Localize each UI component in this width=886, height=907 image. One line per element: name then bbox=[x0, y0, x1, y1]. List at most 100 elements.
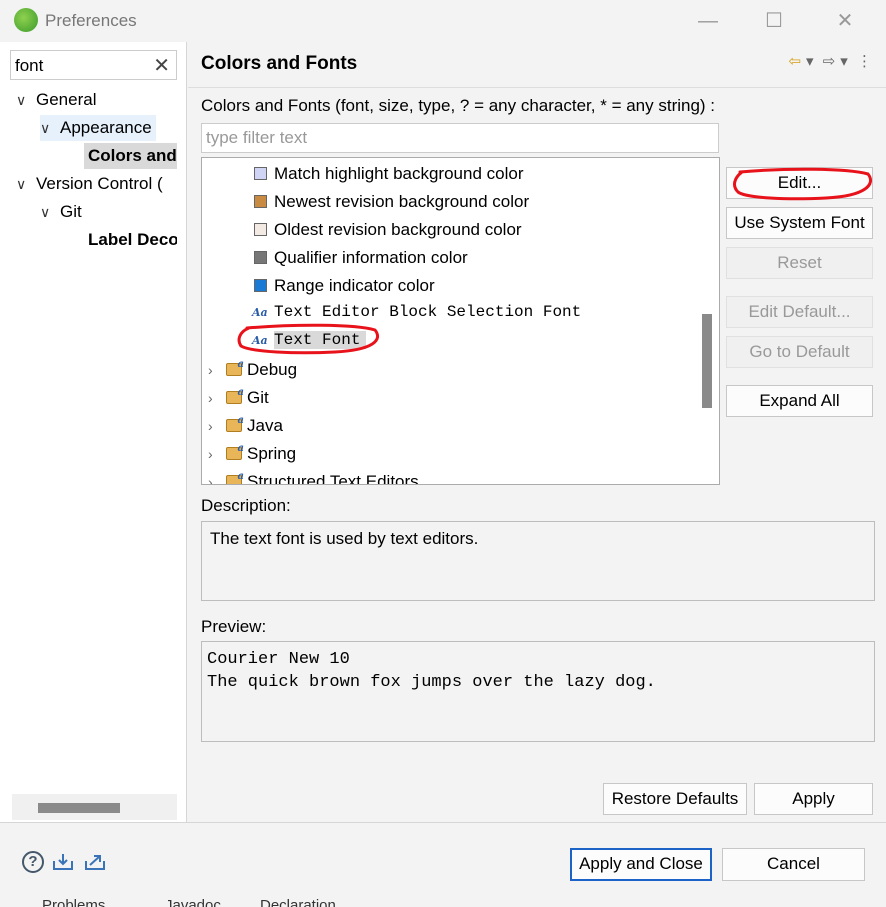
tree-group-java[interactable]: › Java bbox=[208, 407, 283, 440]
horizontal-scrollbar[interactable] bbox=[12, 794, 177, 820]
chevron-down-icon[interactable]: ▾ bbox=[806, 53, 814, 70]
tree-item-label: Oldest revision background color bbox=[274, 220, 522, 239]
tree-item-label: Qualifier information color bbox=[274, 248, 468, 267]
tree-item-label: General bbox=[36, 90, 97, 109]
clear-search-icon[interactable]: ✕ bbox=[153, 53, 170, 78]
go-to-default-button[interactable]: Go to Default bbox=[726, 336, 873, 368]
preview-label: Preview: bbox=[201, 617, 267, 636]
tree-item-colors-and-fonts[interactable]: Colors and bbox=[84, 143, 177, 169]
font-category-icon bbox=[226, 435, 244, 463]
tree-item-block-selection-font[interactable]: Aa Text Editor Block Selection Font bbox=[252, 297, 581, 325]
back-arrow-icon[interactable]: ⇦ bbox=[788, 53, 801, 70]
chevron-down-icon[interactable]: ∨ bbox=[40, 115, 60, 141]
export-icon[interactable] bbox=[84, 853, 106, 871]
tree-group-structured-text-editors[interactable]: › Structured Text Editors bbox=[208, 463, 419, 485]
tree-item-label: Debug bbox=[247, 360, 298, 379]
chevron-right-icon[interactable]: › bbox=[208, 468, 226, 484]
tree-item-oldest-revision[interactable]: Oldest revision background color bbox=[254, 216, 522, 244]
tree-item-general[interactable]: ∨ General bbox=[16, 87, 96, 113]
chevron-right-icon[interactable]: › bbox=[208, 440, 226, 468]
window-title: Preferences bbox=[45, 11, 137, 30]
page-title: Colors and Fonts bbox=[201, 53, 358, 74]
color-swatch-icon bbox=[254, 279, 267, 292]
description-box: The text font is used by text editors. bbox=[201, 521, 875, 601]
tree-item-label: Git bbox=[60, 202, 82, 221]
title-bar: Preferences — ☐ ✕ bbox=[0, 0, 886, 42]
minimize-button[interactable]: — bbox=[690, 6, 726, 36]
chevron-down-icon[interactable]: ∨ bbox=[40, 199, 60, 225]
color-swatch-icon bbox=[254, 223, 267, 236]
vertical-scrollbar-thumb[interactable] bbox=[702, 314, 712, 408]
tree-item-newest-revision[interactable]: Newest revision background color bbox=[254, 188, 529, 216]
page-navigation: ⇦ ▾ ⇨ ▾ ⋮ bbox=[783, 52, 872, 70]
tree-group-spring[interactable]: › Spring bbox=[208, 435, 297, 468]
chevron-down-icon[interactable]: ∨ bbox=[16, 171, 36, 197]
help-icon[interactable]: ? bbox=[22, 851, 44, 873]
scrollbar-thumb[interactable] bbox=[38, 803, 120, 813]
tab-declaration[interactable]: Declaration bbox=[260, 897, 336, 907]
edit-button[interactable]: Edit... bbox=[726, 167, 873, 199]
chevron-right-icon[interactable]: › bbox=[208, 412, 226, 440]
filter-input[interactable] bbox=[201, 123, 719, 153]
preview-font-name: Courier New 10 bbox=[207, 650, 350, 669]
search-input[interactable] bbox=[15, 55, 145, 77]
tree-item-label: Version Control ( bbox=[36, 174, 163, 193]
use-system-font-button[interactable]: Use System Font bbox=[726, 207, 873, 239]
tree-item-label: Java bbox=[247, 416, 283, 435]
apply-and-close-button[interactable]: Apply and Close bbox=[570, 848, 712, 881]
tree-item-qualifier-info[interactable]: Qualifier information color bbox=[254, 244, 468, 272]
maximize-button[interactable]: ☐ bbox=[756, 6, 792, 36]
tree-item-label-decorations[interactable]: Label Deco bbox=[88, 227, 177, 253]
tree-item-label: Label Deco bbox=[88, 230, 177, 249]
preferences-tree-pane: ✕ ∨General ∨Appearance Colors and ∨Versi… bbox=[0, 42, 187, 822]
font-category-icon bbox=[226, 407, 244, 435]
forward-arrow-icon[interactable]: ⇨ bbox=[823, 53, 836, 70]
chevron-down-icon[interactable]: ∨ bbox=[16, 87, 36, 113]
chevron-down-icon[interactable]: ▾ bbox=[840, 53, 848, 70]
close-button[interactable]: ✕ bbox=[827, 6, 863, 36]
import-icon[interactable] bbox=[52, 853, 74, 871]
tree-item-label: Appearance bbox=[60, 118, 152, 137]
font-category-icon bbox=[226, 379, 244, 407]
tree-item-label: Newest revision background color bbox=[274, 192, 530, 211]
tree-item-appearance[interactable]: ∨ Appearance bbox=[40, 115, 156, 141]
tree-item-text-font[interactable]: Aa Text Font bbox=[252, 325, 367, 353]
color-swatch-icon bbox=[254, 195, 267, 208]
restore-defaults-button[interactable]: Restore Defaults bbox=[603, 783, 747, 815]
tree-item-git[interactable]: ∨ Git bbox=[40, 199, 82, 225]
spring-leaf-icon bbox=[14, 8, 38, 32]
header-divider bbox=[188, 87, 886, 88]
tree-item-range-indicator[interactable]: Range indicator color bbox=[254, 272, 435, 300]
color-swatch-icon bbox=[254, 251, 267, 264]
edit-default-button[interactable]: Edit Default... bbox=[726, 296, 873, 328]
tree-item-label: Structured Text Editors bbox=[247, 472, 419, 485]
view-menu-icon[interactable]: ⋮ bbox=[857, 53, 872, 70]
font-icon: Aa bbox=[252, 306, 268, 319]
expand-all-button[interactable]: Expand All bbox=[726, 385, 873, 417]
font-category-icon bbox=[226, 351, 244, 379]
tab-javadoc[interactable]: Javadoc bbox=[165, 897, 221, 907]
font-category-icon bbox=[226, 463, 244, 484]
chevron-right-icon[interactable]: › bbox=[208, 356, 226, 384]
tree-item-version-control[interactable]: ∨ Version Control ( bbox=[16, 171, 177, 197]
tree-item-match-highlight[interactable]: Match highlight background color bbox=[254, 160, 523, 188]
preview-sample-text: The quick brown fox jumps over the lazy … bbox=[207, 673, 656, 692]
apply-button[interactable]: Apply bbox=[754, 783, 873, 815]
tree-group-debug[interactable]: › Debug bbox=[208, 351, 298, 384]
chevron-right-icon[interactable]: › bbox=[208, 384, 226, 412]
font-icon: Aa bbox=[252, 334, 268, 347]
search-box: ✕ bbox=[10, 50, 177, 80]
tree-item-label: Match highlight background color bbox=[274, 164, 524, 183]
description-text: The text font is used by text editors. bbox=[210, 529, 479, 548]
tree-item-label: Git bbox=[247, 388, 269, 407]
tree-item-label: Colors and bbox=[88, 146, 177, 165]
tree-item-label: Spring bbox=[247, 444, 297, 463]
dialog-button-bar: ? Apply and Close Cancel Problems Javado… bbox=[0, 822, 886, 907]
tree-item-label: Range indicator color bbox=[274, 276, 435, 295]
cancel-button[interactable]: Cancel bbox=[722, 848, 865, 881]
reset-button[interactable]: Reset bbox=[726, 247, 873, 279]
font-preview-box: Courier New 10 The quick brown fox jumps … bbox=[201, 641, 875, 742]
colors-fonts-tree: Match highlight background color Newest … bbox=[201, 157, 720, 485]
tab-problems[interactable]: Problems bbox=[42, 897, 105, 907]
tree-item-label: Text Font bbox=[274, 331, 367, 349]
